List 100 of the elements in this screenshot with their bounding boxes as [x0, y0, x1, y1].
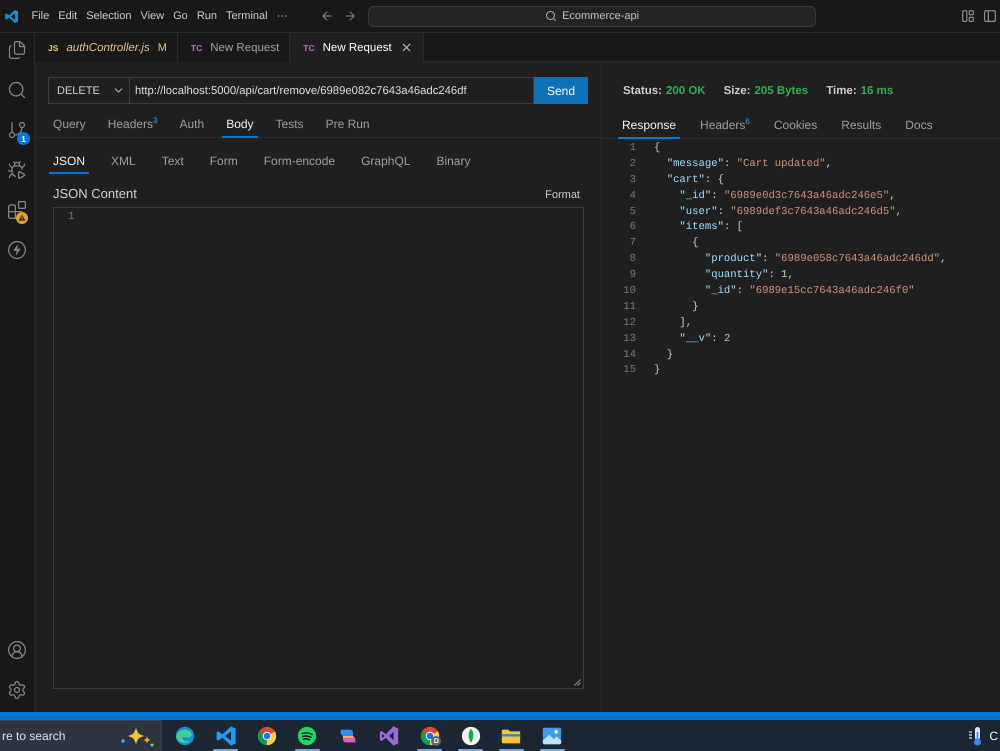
ribbon-app-icon[interactable]	[378, 724, 400, 746]
stat-label: Time:	[826, 85, 857, 97]
request-tab[interactable]: Headers$^{3}$	[104, 111, 162, 138]
wheel-app-icon[interactable]	[256, 724, 278, 746]
count-badge: 1	[17, 132, 30, 145]
editor-tab[interactable]: JS authController.js M	[35, 33, 178, 62]
line-number: 10	[622, 284, 636, 297]
request-tab[interactable]: Body	[222, 111, 258, 138]
menu-item[interactable]: Go	[168, 7, 192, 25]
line-number: 5	[628, 206, 636, 218]
method-select[interactable]: DELETE	[48, 77, 130, 104]
response-tab[interactable]: Results	[837, 112, 886, 139]
code-line: }	[691, 300, 699, 313]
json-body-editor[interactable]: 1	[53, 207, 584, 689]
account-icon[interactable]	[7, 640, 27, 660]
body-type-tab[interactable]: JSON	[49, 150, 90, 174]
request-tab[interactable]: Tests	[272, 111, 308, 138]
code-line: }	[666, 348, 674, 361]
sidebar-toggle-icon[interactable]	[983, 9, 997, 23]
code-line: "message": "Cart updated",	[666, 158, 832, 170]
body-type-tab[interactable]: XML	[107, 150, 140, 174]
body-type-tab[interactable]: Form-encode	[260, 150, 340, 174]
stat-label: Size:	[724, 85, 750, 97]
menu-item[interactable]: Edit	[54, 7, 82, 25]
ribbon-app-icon[interactable]	[214, 724, 237, 746]
send-button[interactable]: Send	[534, 77, 588, 104]
body-type-tab[interactable]: Text	[158, 150, 188, 174]
line-number: 11	[622, 300, 636, 313]
line-number: 14	[622, 348, 636, 361]
ribbon-logo-icon	[4, 8, 19, 24]
line-number: 15	[622, 364, 636, 376]
request-tab[interactable]: Auth	[176, 111, 208, 138]
sound-waves-app-icon[interactable]	[296, 724, 318, 746]
line-number: 4	[628, 190, 636, 202]
code-line: "cart": {	[666, 174, 724, 186]
command-center-search[interactable]: Ecommerce-api	[368, 6, 816, 26]
settings-icon[interactable]	[7, 680, 27, 700]
code-line: {	[691, 237, 699, 250]
file-type-label: TC	[190, 42, 202, 52]
code-line: ],	[678, 316, 692, 329]
request-tab[interactable]: Query	[49, 111, 90, 138]
response-tab[interactable]: Response	[618, 112, 680, 139]
response-tab[interactable]: Headers$^{6}$	[696, 112, 754, 139]
line-number: 12	[622, 316, 636, 329]
stat-value: 16 ms	[860, 85, 894, 97]
line-number: 8	[628, 253, 636, 266]
lightning-icon[interactable]	[7, 240, 27, 260]
code-line: "_id": "6989e0d3c7643a46adc246e5",	[678, 190, 896, 202]
body-type-tab[interactable]: GraphQL	[357, 150, 414, 174]
tab-label: authController.js	[66, 42, 150, 54]
tab-label: New Request	[210, 42, 280, 54]
code-line: "product": "6989e058c7643a46adc246dd",	[704, 253, 946, 266]
format-button[interactable]: Format	[545, 189, 584, 201]
code-line: }	[654, 364, 660, 376]
search-icon[interactable]	[7, 80, 27, 100]
section-title: JSON Content	[53, 186, 137, 201]
modified-mark: M	[158, 42, 167, 54]
tab-label: New Request	[322, 42, 392, 54]
branch-icon[interactable]	[7, 120, 27, 140]
line-number: 2	[628, 158, 636, 170]
code-line: "_id": "6989e15cc7643a46adc246f0"	[704, 284, 915, 297]
sparkle-icon	[120, 725, 154, 747]
line-number: 3	[628, 174, 636, 186]
line-number: 9	[628, 269, 636, 282]
body-type-tab[interactable]: Binary	[432, 150, 474, 174]
close-icon[interactable]	[400, 41, 413, 54]
menu-item[interactable]: Selection	[82, 7, 136, 25]
menu-item[interactable]: File	[27, 7, 54, 25]
code-line: "user": "6989def3c7643a46adc246d5",	[678, 206, 902, 218]
menu-item[interactable]: ···	[272, 7, 292, 25]
layout-icon[interactable]	[961, 9, 975, 23]
files-icon[interactable]	[7, 40, 27, 60]
blocks-icon[interactable]	[7, 200, 27, 220]
editor-tab[interactable]: TC New Request	[290, 33, 424, 62]
bug-play-icon[interactable]	[7, 160, 27, 180]
response-tab[interactable]: Cookies	[770, 112, 822, 139]
code-line: {	[654, 142, 660, 154]
swirl-app-icon[interactable]	[174, 724, 196, 746]
body-type-tab[interactable]: Form	[206, 150, 242, 174]
menu-item[interactable]: Terminal	[222, 7, 272, 25]
weather-text: C	[989, 728, 998, 742]
file-type-label: TC	[303, 42, 315, 52]
line-number: 1	[628, 142, 636, 154]
menu-item[interactable]: View	[136, 7, 169, 25]
stat-value: 200 OK	[666, 85, 706, 97]
line-number: 1	[68, 211, 76, 223]
editor-tab[interactable]: TC New Request	[178, 33, 290, 62]
search-field[interactable]: re to search	[0, 720, 162, 751]
file-type-label: JS	[48, 42, 58, 52]
stat-value: 205 Bytes	[754, 85, 808, 97]
code-line: "quantity": 1,	[704, 269, 794, 282]
code-line: "items": [	[678, 221, 744, 234]
code-line: "__v": 2	[678, 332, 730, 345]
url-field[interactable]: http://localhost:5000/api/cart/remove/6989e082c7643a46adc246df	[130, 77, 534, 104]
response-tab[interactable]: Docs	[901, 112, 937, 139]
leaf-app-icon[interactable]	[460, 724, 482, 746]
request-tab[interactable]: Pre Run	[322, 111, 374, 138]
resize-grip-icon[interactable]	[574, 679, 581, 686]
line-number: 6	[628, 221, 636, 234]
menu-item[interactable]: Run	[192, 7, 222, 25]
